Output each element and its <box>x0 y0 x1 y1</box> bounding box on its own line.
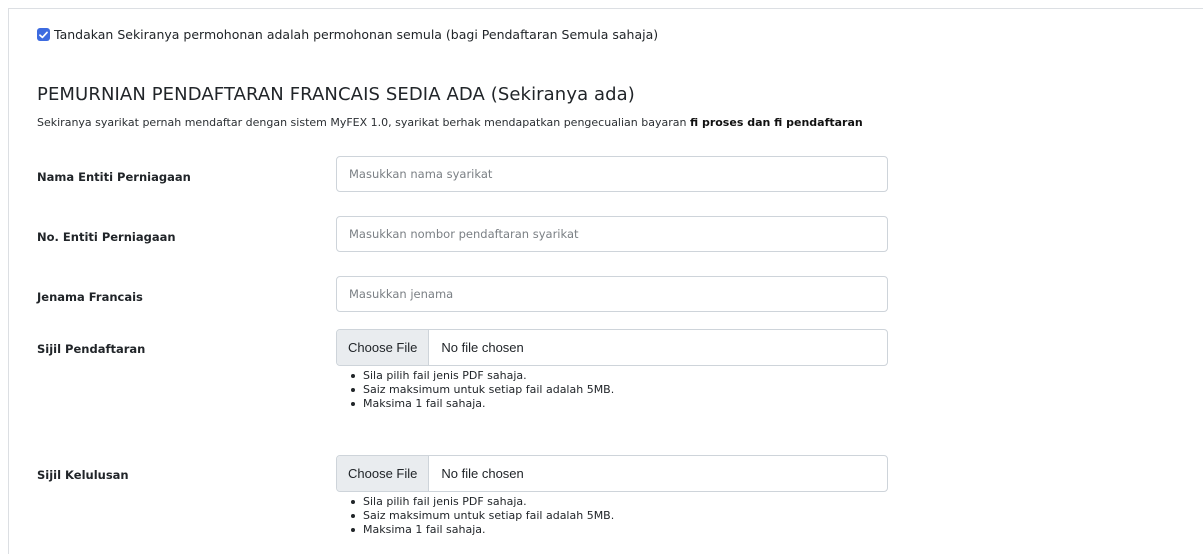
reapply-checkbox-row[interactable]: Tandakan Sekiranya permohonan adalah per… <box>37 27 658 42</box>
hint-item: Sila pilih fail jenis PDF sahaja. <box>351 495 614 509</box>
checkmark-icon <box>39 31 48 38</box>
approval-cert-file-status: No file chosen <box>441 466 524 481</box>
hint-item: Maksima 1 fail sahaja. <box>351 523 614 537</box>
company-no-placeholder: Masukkan nombor pendaftaran syarikat <box>349 227 579 241</box>
registration-cert-file-status: No file chosen <box>441 340 524 355</box>
brand-placeholder: Masukkan jenama <box>349 287 454 301</box>
brand-input[interactable]: Masukkan jenama <box>336 276 888 312</box>
reapply-checkbox[interactable] <box>37 28 50 41</box>
hint-item: Saiz maksimum untuk setiap fail adalah 5… <box>351 383 614 397</box>
section-title: PEMURNIAN PENDAFTARAN FRANCAIS SEDIA ADA… <box>37 84 635 105</box>
approval-cert-choose-file-button[interactable]: Choose File <box>337 456 430 491</box>
section-subtitle-emphasis: fi proses dan fi pendaftaran <box>689 116 863 129</box>
section-subtitle-text: Sekiranya syarikat pernah mendaftar deng… <box>37 116 690 129</box>
hint-item: Sila pilih fail jenis PDF sahaja. <box>351 369 614 383</box>
brand-label: Jenama Francais <box>37 290 143 304</box>
approval-cert-file-input[interactable]: Choose File No file chosen <box>336 455 888 492</box>
registration-cert-hints: Sila pilih fail jenis PDF sahaja. Saiz m… <box>351 369 614 411</box>
registration-cert-file-input[interactable]: Choose File No file chosen <box>336 329 888 366</box>
approval-cert-hints: Sila pilih fail jenis PDF sahaja. Saiz m… <box>351 495 614 537</box>
company-name-placeholder: Masukkan nama syarikat <box>349 167 493 181</box>
reapply-checkbox-label: Tandakan Sekiranya permohonan adalah per… <box>54 27 659 42</box>
registration-cert-label: Sijil Pendaftaran <box>37 342 146 356</box>
registration-cert-choose-file-button[interactable]: Choose File <box>337 330 430 365</box>
section-subtitle: Sekiranya syarikat pernah mendaftar deng… <box>37 116 863 129</box>
company-no-input[interactable]: Masukkan nombor pendaftaran syarikat <box>336 216 888 252</box>
company-no-label: No. Entiti Perniagaan <box>37 230 176 244</box>
hint-item: Saiz maksimum untuk setiap fail adalah 5… <box>351 509 614 523</box>
approval-cert-label: Sijil Kelulusan <box>37 468 129 482</box>
company-name-label: Nama Entiti Perniagaan <box>37 170 191 184</box>
company-name-input[interactable]: Masukkan nama syarikat <box>336 156 888 192</box>
hint-item: Maksima 1 fail sahaja. <box>351 397 614 411</box>
